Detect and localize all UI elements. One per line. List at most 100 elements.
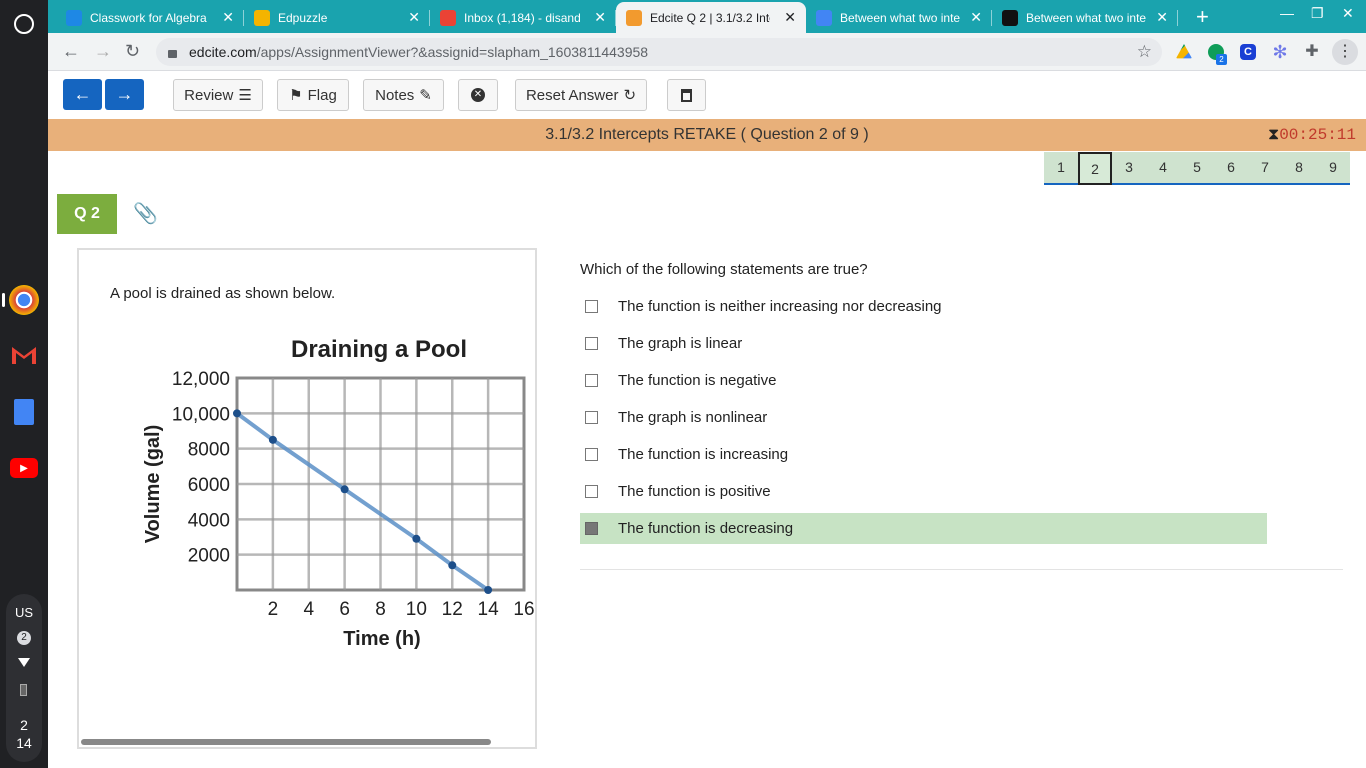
docs-icon[interactable] — [9, 397, 39, 427]
reset-answer-button[interactable]: Reset Answer ↻ — [515, 79, 647, 111]
question-navigator: 123456789 — [1044, 152, 1350, 185]
horizontal-scrollbar[interactable] — [81, 739, 491, 745]
edcite-icon — [626, 9, 642, 26]
forward-icon[interactable]: → — [94, 41, 112, 62]
review-button[interactable]: Review ☰ — [173, 79, 263, 111]
answer-option[interactable]: The graph is nonlinear — [580, 402, 1267, 433]
google-icon — [816, 9, 832, 26]
answer-checkbox[interactable] — [585, 374, 598, 387]
answer-option[interactable]: The function is negative — [580, 365, 1267, 396]
question-nav-item[interactable]: 2 — [1078, 152, 1112, 185]
answer-checkbox[interactable] — [585, 300, 598, 313]
reload-icon[interactable]: ↻ — [125, 41, 140, 62]
answer-option[interactable]: The function is positive — [580, 476, 1267, 507]
attachment-icon[interactable]: 📎 — [133, 201, 158, 226]
data-point — [484, 586, 493, 594]
stimulus-pane: A pool is drained as shown below. Draini… — [77, 248, 537, 749]
os-shelf: ▶ US 2 2 14 — [0, 0, 48, 768]
list-icon: ☰ — [238, 87, 252, 104]
flag-label: Flag — [307, 86, 337, 104]
x-tick-label: 14 — [478, 599, 500, 620]
close-tab-icon[interactable]: ✕ — [784, 9, 796, 26]
browser-menu-icon[interactable]: ⋮ — [1332, 39, 1358, 65]
question-nav-item[interactable]: 7 — [1248, 152, 1282, 185]
browser-toolbar: ← → ↻ edcite.com/apps/AssignmentViewer?&… — [48, 33, 1366, 71]
gmail-icon[interactable] — [9, 340, 39, 370]
back-icon[interactable]: ← — [62, 41, 80, 62]
answer-checkbox[interactable] — [585, 485, 598, 498]
close-tab-icon[interactable]: ✕ — [222, 9, 234, 26]
x-tick-label: 12 — [442, 599, 463, 620]
bookmark-star-icon[interactable]: ☆ — [1137, 42, 1152, 62]
browser-window: Classwork for Algebra ✕ Edpuzzle ✕ Inbox (1,… — [48, 0, 1366, 71]
status-tray[interactable]: US 2 2 14 — [6, 594, 42, 762]
question-nav-item[interactable]: 6 — [1214, 152, 1248, 185]
y-tick-label: 10,000 — [172, 404, 230, 425]
notes-button[interactable]: Notes ✎ — [363, 79, 444, 111]
address-bar[interactable]: edcite.com/apps/AssignmentViewer?&assign… — [156, 38, 1162, 66]
close-tab-icon[interactable]: ✕ — [1156, 9, 1168, 26]
extension-snowflake-icon[interactable]: ✻ — [1272, 43, 1288, 61]
x-axis-label: Time (h) — [343, 628, 420, 650]
x-tick-label: 8 — [375, 599, 386, 620]
browser-tab[interactable]: Edpuzzle ✕ — [244, 2, 430, 33]
question-nav-item[interactable]: 4 — [1146, 152, 1180, 185]
question-nav-item[interactable]: 3 — [1112, 152, 1146, 185]
launcher-icon[interactable] — [14, 14, 34, 34]
assignment-title-bar: 3.1/3.2 Intercepts RETAKE ( Question 2 o… — [48, 119, 1366, 151]
calculator-button[interactable] — [667, 79, 706, 111]
question-nav-item[interactable]: 9 — [1316, 152, 1350, 185]
drive-extension-icon[interactable] — [1176, 44, 1192, 59]
minimize-icon[interactable]: — — [1280, 5, 1294, 21]
active-app-indicator — [2, 293, 5, 307]
timer: ⧗00:25:11 — [1268, 126, 1356, 144]
close-tab-icon[interactable]: ✕ — [594, 9, 606, 26]
browser-tab[interactable]: Between what two inte ✕ — [806, 2, 992, 33]
browser-tab[interactable]: Classwork for Algebra ✕ — [56, 2, 244, 33]
question-nav-item[interactable]: 5 — [1180, 152, 1214, 185]
browser-tab[interactable]: Edcite Q 2 | 3.1/3.2 Inte ✕ — [616, 2, 806, 33]
answer-option[interactable]: The function is neither increasing nor d… — [580, 291, 1267, 322]
close-window-icon[interactable]: ✕ — [1342, 5, 1354, 22]
new-tab-button[interactable]: + — [1196, 4, 1209, 30]
answer-option-label: The function is neither increasing nor d… — [618, 298, 942, 315]
tab-title: Edpuzzle — [278, 10, 328, 25]
question-nav-item[interactable]: 8 — [1282, 152, 1316, 185]
flag-button[interactable]: ⚑ Flag — [277, 79, 349, 111]
extensions-puzzle-icon[interactable]: ✚ — [1304, 44, 1320, 60]
restore-icon[interactable]: ❐ — [1311, 5, 1324, 22]
close-tab-icon[interactable]: ✕ — [970, 9, 982, 26]
classroom-icon — [66, 9, 82, 26]
language-indicator: US — [14, 605, 34, 620]
answer-checkbox[interactable] — [585, 337, 598, 350]
assignment-title: 3.1/3.2 Intercepts RETAKE ( Question 2 o… — [545, 126, 869, 143]
y-tick-label: 6000 — [188, 475, 230, 496]
lock-icon — [168, 50, 177, 58]
question-nav-item[interactable]: 1 — [1044, 152, 1078, 185]
x-tick-label: 2 — [268, 599, 279, 620]
tab-title: Classwork for Algebra — [90, 10, 207, 25]
answer-option[interactable]: The function is decreasing — [580, 513, 1267, 544]
extension-c-icon[interactable]: C — [1240, 44, 1256, 60]
answer-option[interactable]: The graph is linear — [580, 328, 1267, 359]
extension-badge: 2 — [1216, 54, 1227, 65]
answer-checkbox[interactable] — [585, 522, 598, 535]
data-point — [268, 435, 277, 444]
chrome-icon[interactable] — [9, 285, 39, 315]
browser-tab[interactable]: Inbox (1,184) - disand ✕ — [430, 2, 616, 33]
y-tick-label: 8000 — [188, 440, 230, 461]
youtube-icon[interactable]: ▶ — [9, 453, 39, 483]
eliminate-button[interactable]: ✕ — [458, 79, 498, 111]
answer-option[interactable]: The function is increasing — [580, 439, 1267, 470]
close-tab-icon[interactable]: ✕ — [408, 9, 420, 26]
answer-checkbox[interactable] — [585, 411, 598, 424]
answer-checkbox[interactable] — [585, 448, 598, 461]
divider — [580, 569, 1343, 570]
next-question-button[interactable]: → — [105, 79, 144, 110]
data-point — [233, 409, 241, 418]
previous-question-button[interactable]: ← — [63, 79, 102, 110]
browser-tab[interactable]: Between what two inte ✕ — [992, 2, 1178, 33]
data-point — [412, 534, 421, 543]
answer-option-label: The function is positive — [618, 483, 771, 500]
y-tick-label: 4000 — [188, 510, 230, 531]
